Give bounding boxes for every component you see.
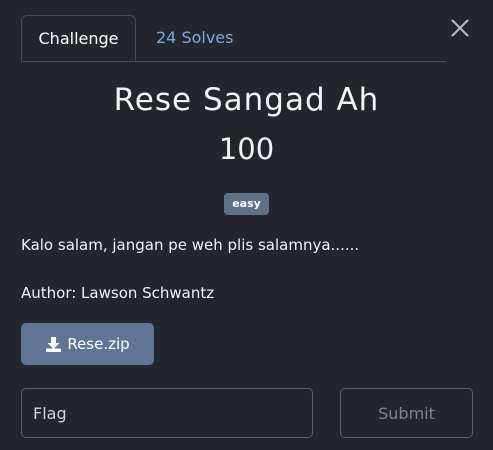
challenge-description: Kalo salam, jangan pe weh plis salamnya.… (21, 236, 360, 254)
challenge-title: Rese Sangad Ah (113, 82, 380, 118)
challenge-tabs: Challenge 24 Solves (21, 15, 446, 62)
challenge-points: 100 (218, 132, 275, 166)
download-file-button[interactable]: Rese.zip (21, 323, 154, 365)
submit-button[interactable]: Submit (340, 388, 473, 438)
download-file-label: Rese.zip (67, 335, 130, 353)
flag-input[interactable] (21, 388, 313, 438)
download-icon (45, 336, 62, 353)
difficulty-badge: easy (224, 193, 269, 215)
close-icon[interactable] (447, 15, 473, 41)
tab-challenge[interactable]: Challenge (21, 15, 136, 61)
tab-solves[interactable]: 24 Solves (156, 15, 233, 61)
challenge-author: Author: Lawson Schwantz (21, 284, 215, 302)
tag-container: easy (0, 192, 493, 215)
